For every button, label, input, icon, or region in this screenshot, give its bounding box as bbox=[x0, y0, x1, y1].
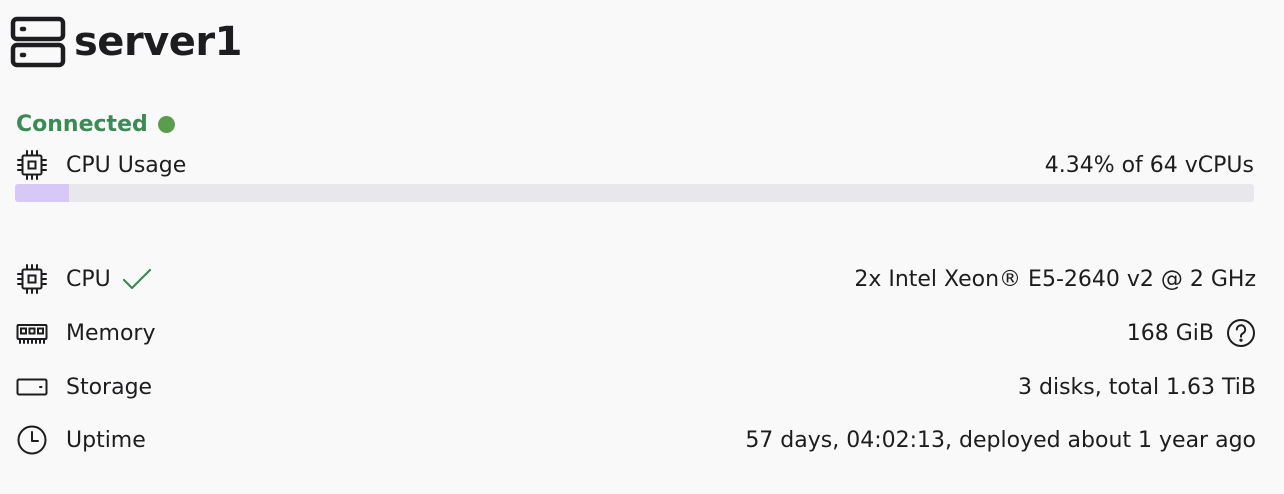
clock-icon bbox=[16, 424, 48, 456]
cpu-label: CPU bbox=[66, 266, 111, 292]
memory-value: 168 GiB bbox=[1126, 320, 1214, 346]
help-icon[interactable] bbox=[1226, 318, 1256, 348]
memory-icon bbox=[16, 317, 48, 349]
memory-value-group: 168 GiB bbox=[1127, 318, 1256, 348]
check-icon bbox=[121, 265, 153, 293]
storage-icon bbox=[16, 371, 48, 403]
status-dot-icon bbox=[157, 116, 175, 133]
page-title: server1 bbox=[74, 19, 242, 65]
server-overview-panel: server1 Connected CPU Usage 4.34% of 64 … bbox=[0, 0, 1284, 494]
spec-row-memory: Memory 168 GiB bbox=[16, 313, 1256, 353]
uptime-value: 57 days, 04:02:13, deployed about 1 year… bbox=[745, 427, 1256, 453]
server-header: server1 bbox=[10, 14, 242, 70]
cpu-value: 2x Intel Xeon® E5-2640 v2 @ 2 GHz bbox=[854, 266, 1256, 292]
storage-label: Storage bbox=[66, 374, 153, 400]
cpu-usage-progress-fill bbox=[15, 184, 69, 202]
server-icon bbox=[10, 14, 66, 70]
cpu-icon bbox=[16, 149, 48, 181]
memory-label: Memory bbox=[66, 320, 156, 346]
status-label: Connected bbox=[16, 112, 148, 137]
spec-row-storage: Storage 3 disks, total 1.63 TiB bbox=[16, 367, 1256, 407]
spec-row-cpu: CPU 2x Intel Xeon® E5-2640 v2 @ 2 GHz bbox=[16, 259, 1256, 299]
cpu-usage-progress-bar bbox=[15, 184, 1254, 202]
cpu-icon bbox=[16, 263, 48, 295]
spec-row-uptime: Uptime 57 days, 04:02:13, deployed about… bbox=[16, 420, 1256, 460]
storage-value: 3 disks, total 1.63 TiB bbox=[1018, 374, 1256, 400]
cpu-usage-value: 4.34% of 64 vCPUs bbox=[1044, 152, 1254, 178]
uptime-label: Uptime bbox=[66, 427, 146, 453]
connection-status: Connected bbox=[16, 112, 175, 137]
cpu-usage-row: CPU Usage 4.34% of 64 vCPUs bbox=[16, 147, 1254, 183]
cpu-usage-label: CPU Usage bbox=[66, 152, 187, 178]
